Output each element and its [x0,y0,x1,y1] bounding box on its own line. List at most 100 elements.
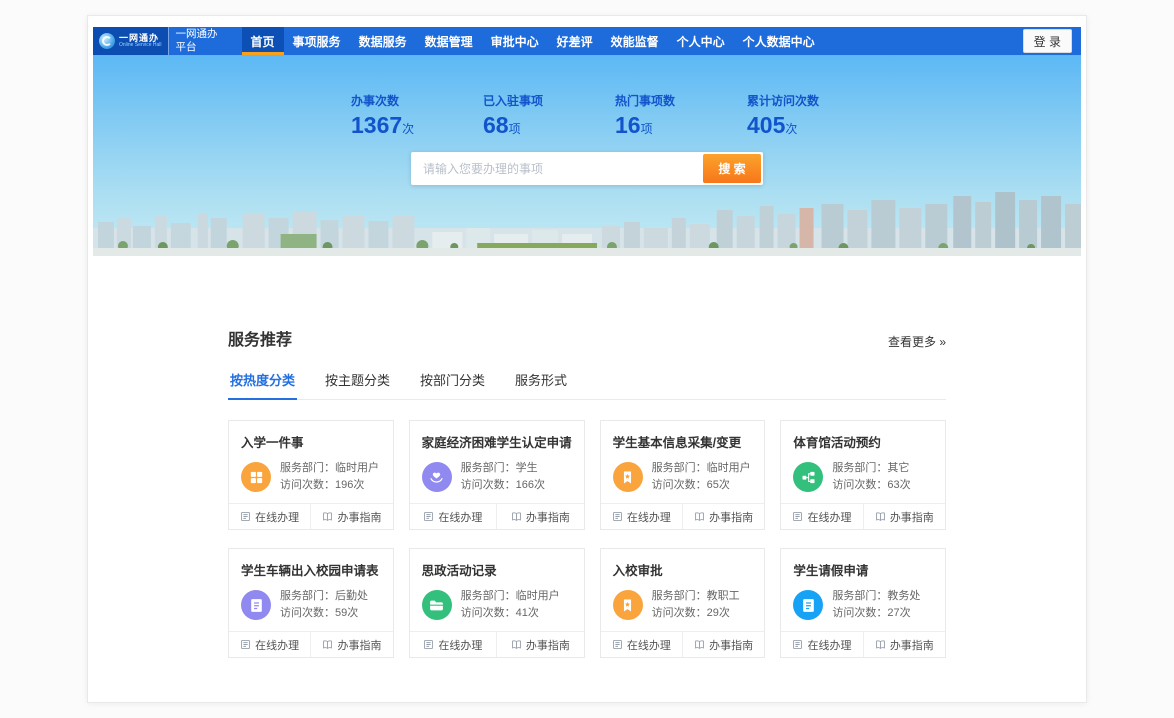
stat-label: 办事次数 [351,92,483,109]
stat-label: 热门事项数 [615,92,747,109]
stat-unit: 项 [641,122,653,136]
city-skyline-image [93,188,1081,256]
service-guide-button[interactable]: 办事指南 [310,504,392,529]
stat-label: 累计访问次数 [747,92,879,109]
doc-lines-icon [241,590,271,620]
service-dept-row: 服务部门：后勤处 [280,588,368,605]
service-card: 入学一件事 服务部门：临时用户 访问次数：196次 在线办理 [228,420,394,530]
category-tab[interactable]: 按热度分类 [228,370,297,400]
service-visits-value: 59次 [335,607,358,619]
form-icon [423,511,434,522]
search-button[interactable]: 搜 索 [703,154,761,183]
nav-item[interactable]: 个人中心 [668,27,734,55]
service-dept-row: 服务部门：学生 [461,460,545,477]
nav-item-label: 首页 [251,33,275,50]
category-tab-label: 按热度分类 [230,373,295,388]
category-tab-label: 按部门分类 [420,373,485,388]
service-guide-button[interactable]: 办事指南 [310,632,392,657]
service-visits-row: 访问次数：59次 [280,605,368,622]
apps-icon [241,462,271,492]
stat-unit: 次 [785,122,797,136]
bookmark-star-icon [613,462,643,492]
login-button[interactable]: 登 录 [1023,29,1072,53]
book-icon [511,511,522,522]
book-icon [322,511,333,522]
main-nav-menu: 首页 事项服务 数据服务 数据管理 审批中心 好差评 效能监督 个人中心 [242,27,824,55]
nav-item[interactable]: 个人数据中心 [734,27,824,55]
service-dept-value: 临时用户 [707,462,751,474]
service-guide-button[interactable]: 办事指南 [863,632,945,657]
service-visits-value: 196次 [335,479,364,491]
service-card-title: 学生车辆出入校园申请表 [229,549,393,579]
service-visits-row: 访问次数：65次 [652,477,751,494]
nav-item[interactable]: 数据管理 [416,27,482,55]
online-handle-button[interactable]: 在线办理 [781,504,862,529]
form-icon [423,639,434,650]
book-icon [511,639,522,650]
service-guide-button[interactable]: 办事指南 [496,504,584,529]
stat-value: 16 [615,112,641,138]
top-navbar: 一网通办 Online Service Hall 一网通办平台 首页 事项服务 … [93,27,1081,55]
nav-item-label: 好差评 [557,33,593,50]
stats-row: 办事次数 1367次 已入驻事项 68项 热门事项数 16项 [351,55,1081,139]
online-handle-button[interactable]: 在线办理 [781,632,862,657]
nav-item[interactable]: 审批中心 [482,27,548,55]
stat-item: 累计访问次数 405次 [747,92,879,139]
service-dept-row: 服务部门：临时用户 [280,460,379,477]
service-visits-row: 访问次数：27次 [832,605,920,622]
nav-item[interactable]: 效能监督 [602,27,668,55]
book-icon [694,511,705,522]
category-tab[interactable]: 服务形式 [513,370,569,400]
stat-item: 热门事项数 16项 [615,92,747,139]
doc-lines-icon [793,590,823,620]
platform-name: 一网通办平台 [168,27,232,55]
logo-globe-icon [99,33,115,49]
book-icon [875,511,886,522]
stat-value: 405 [747,112,785,138]
nav-item[interactable]: 数据服务 [350,27,416,55]
logo-subtext: Online Service Hall [119,43,162,48]
nav-item-label: 个人中心 [677,33,725,50]
service-guide-button[interactable]: 办事指南 [682,632,764,657]
service-dept-row: 服务部门：其它 [832,460,910,477]
online-handle-button[interactable]: 在线办理 [229,504,310,529]
org-icon [793,462,823,492]
service-card-title: 学生基本信息采集/变更 [601,421,765,451]
service-dept-value: 后勤处 [335,590,368,602]
category-tab-label: 按主题分类 [325,373,390,388]
service-card-title: 学生请假申请 [781,549,945,579]
service-dept-value: 临时用户 [335,462,379,474]
service-dept-row: 服务部门：临时用户 [652,460,751,477]
service-card: 学生车辆出入校园申请表 服务部门：后勤处 访问次数：59次 [228,548,394,658]
service-card-title: 入学一件事 [229,421,393,451]
service-dept-row: 服务部门：教务处 [832,588,920,605]
nav-item[interactable]: 首页 [242,27,284,55]
service-card: 入校审批 服务部门：教职工 访问次数：29次 在线办理 [600,548,766,658]
search-bar: 搜 索 [411,152,763,185]
category-tab[interactable]: 按部门分类 [418,370,487,400]
service-visits-value: 63次 [887,479,910,491]
online-handle-button[interactable]: 在线办理 [410,632,497,657]
services-section: 服务推荐 查看更多 » 按热度分类 按主题分类 按部门分类 服务形式 入学一件事 [228,256,946,702]
service-dept-value: 教职工 [707,590,740,602]
nav-item-label: 数据服务 [359,33,407,50]
service-card: 思政活动记录 服务部门：临时用户 访问次数：41次 在线办理 [409,548,585,658]
online-handle-button[interactable]: 在线办理 [601,632,682,657]
online-handle-button[interactable]: 在线办理 [601,504,682,529]
service-visits-row: 访问次数：166次 [461,477,545,494]
nav-item[interactable]: 好差评 [548,27,602,55]
nav-item[interactable]: 事项服务 [284,27,350,55]
online-handle-button[interactable]: 在线办理 [410,504,497,529]
service-guide-button[interactable]: 办事指南 [863,504,945,529]
form-icon [240,511,251,522]
online-handle-button[interactable]: 在线办理 [229,632,310,657]
search-input[interactable] [413,154,703,183]
service-guide-button[interactable]: 办事指南 [496,632,584,657]
service-visits-row: 访问次数：196次 [280,477,379,494]
stat-label: 已入驻事项 [483,92,615,109]
service-guide-button[interactable]: 办事指南 [682,504,764,529]
nav-item-label: 事项服务 [293,33,341,50]
service-visits-row: 访问次数：29次 [652,605,740,622]
category-tab[interactable]: 按主题分类 [323,370,392,400]
view-more-link[interactable]: 查看更多 » [888,333,946,350]
